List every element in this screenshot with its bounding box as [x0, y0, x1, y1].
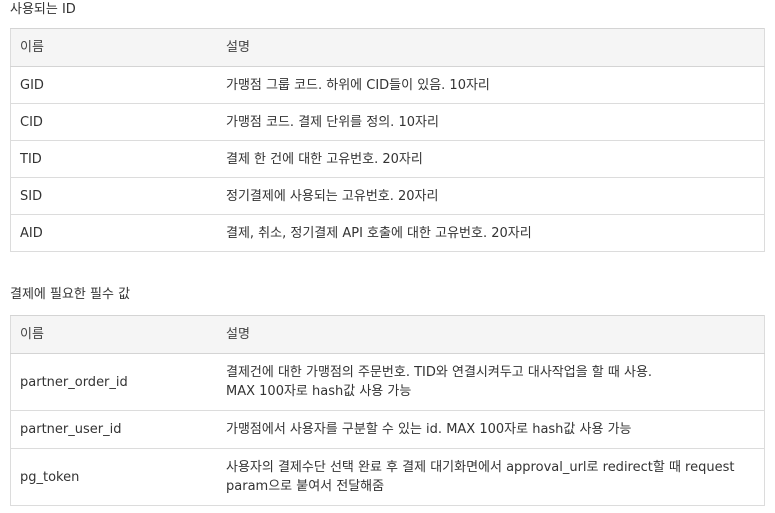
required-values-table: 이름 설명 partner_order_id 결제건에 대한 가맹점의 주문번호… — [10, 315, 765, 506]
section-title-ids: 사용되는 ID — [10, 2, 76, 17]
description-line: param으로 붙여서 전달해줌 — [226, 479, 385, 494]
description-line: 결제건에 대한 가맹점의 주문번호. TID와 연결시켜두고 대사작업을 할 때… — [226, 365, 653, 380]
table-header-row: 이름 설명 — [10, 28, 765, 67]
description-line: 가맹점 그룹 코드. 하위에 CID들이 있음. 10자리 — [226, 77, 490, 93]
description-line: 가맹점에서 사용자를 구분할 수 있는 id. MAX 100자로 hash값 … — [226, 422, 632, 437]
table-row: CID 가맹점 코드. 결제 단위를 정의. 10자리 — [10, 103, 765, 141]
row-description: 결제건에 대한 가맹점의 주문번호. TID와 연결시켜두고 대사작업을 할 때… — [217, 353, 765, 411]
header-description: 설명 — [217, 315, 765, 354]
row-description: 결제 한 건에 대한 고유번호. 20자리 — [217, 140, 765, 178]
description-line: MAX 100자로 hash값 사용 가능 — [226, 384, 412, 399]
row-name: GID — [10, 66, 217, 104]
table-row: partner_user_id 가맹점에서 사용자를 구분할 수 있는 id. … — [10, 410, 765, 449]
row-name: partner_user_id — [10, 410, 217, 449]
header-name: 이름 — [10, 28, 217, 67]
row-name: partner_order_id — [10, 353, 217, 411]
row-name: AID — [10, 214, 217, 252]
description-line: 결제, 취소, 정기결제 API 호출에 대한 고유번호. 20자리 — [226, 225, 532, 241]
row-name: pg_token — [10, 448, 217, 506]
table-header-row: 이름 설명 — [10, 315, 765, 354]
table-row: partner_order_id 결제건에 대한 가맹점의 주문번호. TID와… — [10, 353, 765, 411]
section-title-required-values: 결제에 필요한 필수 값 — [10, 287, 131, 302]
row-description: 가맹점에서 사용자를 구분할 수 있는 id. MAX 100자로 hash값 … — [217, 410, 765, 449]
table-row: AID 결제, 취소, 정기결제 API 호출에 대한 고유번호. 20자리 — [10, 214, 765, 252]
header-name: 이름 — [10, 315, 217, 354]
row-description: 가맹점 그룹 코드. 하위에 CID들이 있음. 10자리 — [217, 66, 765, 104]
row-description: 가맹점 코드. 결제 단위를 정의. 10자리 — [217, 103, 765, 141]
id-table: 이름 설명 GID 가맹점 그룹 코드. 하위에 CID들이 있음. 10자리 … — [10, 28, 765, 252]
table-row: SID 정기결제에 사용되는 고유번호. 20자리 — [10, 177, 765, 215]
row-description: 사용자의 결제수단 선택 완료 후 결제 대기화면에서 approval_url… — [217, 448, 765, 506]
header-description: 설명 — [217, 28, 765, 67]
description-line: 정기결제에 사용되는 고유번호. 20자리 — [226, 188, 439, 204]
row-name: CID — [10, 103, 217, 141]
description-line: 가맹점 코드. 결제 단위를 정의. 10자리 — [226, 114, 439, 130]
row-name: TID — [10, 140, 217, 178]
table-row: TID 결제 한 건에 대한 고유번호. 20자리 — [10, 140, 765, 178]
row-name: SID — [10, 177, 217, 215]
row-description: 결제, 취소, 정기결제 API 호출에 대한 고유번호. 20자리 — [217, 214, 765, 252]
table-row: GID 가맹점 그룹 코드. 하위에 CID들이 있음. 10자리 — [10, 66, 765, 104]
description-line: 사용자의 결제수단 선택 완료 후 결제 대기화면에서 approval_url… — [226, 460, 735, 475]
table-row: pg_token 사용자의 결제수단 선택 완료 후 결제 대기화면에서 app… — [10, 448, 765, 506]
row-description: 정기결제에 사용되는 고유번호. 20자리 — [217, 177, 765, 215]
description-line: 결제 한 건에 대한 고유번호. 20자리 — [226, 151, 423, 167]
